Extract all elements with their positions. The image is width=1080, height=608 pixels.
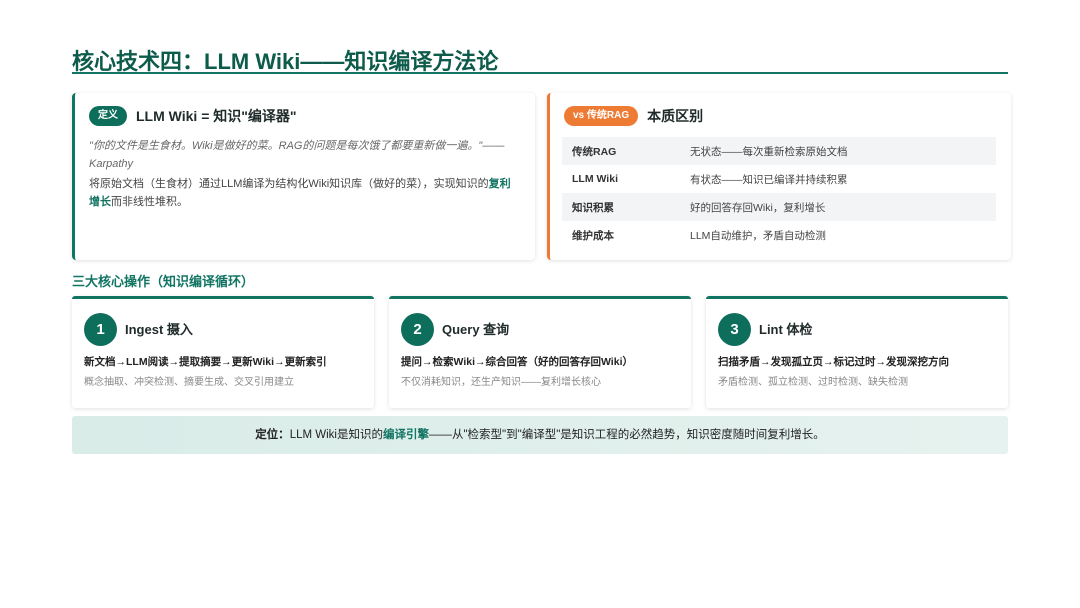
row-value: 无状态——每次重新检索原始文档	[690, 145, 848, 158]
comparison-badge: vs 传统RAG	[564, 106, 639, 126]
row-value: 好的回答存回Wiki，复利增长	[690, 201, 826, 214]
definition-description: 将原始文档（生食材）通过LLM编译为结构化Wiki知识库（做好的菜），实现知识的…	[89, 175, 519, 211]
operation-name: Lint 体检	[759, 322, 813, 337]
row-value: 有状态——知识已编译并持续积累	[690, 173, 848, 186]
operation-name: Query 查询	[442, 322, 510, 337]
banner-text: LLM Wiki是知识的	[289, 429, 383, 441]
banner-highlight: 编译引擎	[382, 429, 429, 441]
operation-flow: 扫描矛盾→发现孤立页→标记过时→发现深挖方向	[718, 356, 949, 368]
definition-header: 定义 LLM Wiki = 知识"编译器"	[89, 106, 297, 126]
row-key: 知识积累	[572, 201, 614, 214]
operation-details: 不仅消耗知识，还生产知识——复利增长核心	[401, 377, 601, 388]
comparison-header: vs 传统RAG 本质区别	[564, 106, 703, 126]
operation-name: Ingest 摄入	[125, 322, 193, 337]
row-key: 传统RAG	[572, 145, 617, 158]
operation-flow: 新文档→LLM阅读→提取摘要→更新Wiki→更新索引	[84, 356, 327, 368]
operation-card-lint: 3 Lint 体检 扫描矛盾→发现孤立页→标记过时→发现深挖方向 矛盾检测、孤立…	[706, 296, 1008, 408]
row-key: LLM Wiki	[572, 173, 618, 185]
operation-details: 概念抽取、冲突检测、摘要生成、交叉引用建立	[84, 377, 294, 388]
slide: 核心技术四：LLM Wiki——知识编译方法论 定义 LLM Wiki = 知识…	[0, 0, 1080, 608]
comparison-row: 传统RAG 无状态——每次重新检索原始文档	[562, 137, 996, 165]
comparison-card: vs 传统RAG 本质区别 传统RAG 无状态——每次重新检索原始文档 LLM …	[547, 93, 1011, 260]
definition-heading: LLM Wiki = 知识"编译器"	[136, 108, 297, 124]
desc-text: 将原始文档（生食材）通过LLM编译为结构化Wiki知识库（做好的菜），实现知识的	[89, 178, 489, 190]
comparison-row: 维护成本 LLM自动维护，矛盾自动检测	[562, 221, 996, 249]
definition-badge: 定义	[89, 106, 127, 126]
operation-flow: 提问→检索Wiki→综合回答（好的回答存回Wiki）	[401, 356, 633, 368]
banner-text-end: ——从"检索型"到"编译型"是知识工程的必然趋势，知识密度随时间复利增长。	[428, 429, 825, 441]
operations-section-title: 三大核心操作（知识编译循环）	[72, 274, 255, 289]
definition-card: 定义 LLM Wiki = 知识"编译器" "你的文件是生食材。Wiki是做好的…	[72, 93, 535, 260]
row-key: 维护成本	[572, 229, 614, 242]
operation-card-ingest: 1 Ingest 摄入 新文档→LLM阅读→提取摘要→更新Wiki→更新索引 概…	[72, 296, 374, 408]
operation-card-query: 2 Query 查询 提问→检索Wiki→综合回答（好的回答存回Wiki） 不仅…	[389, 296, 691, 408]
step-number-badge: 3	[718, 313, 751, 346]
desc-text-end: 而非线性堆积。	[111, 196, 188, 208]
banner-label: 定位：	[255, 429, 290, 441]
step-number-badge: 1	[84, 313, 117, 346]
title-underline	[72, 72, 1008, 74]
comparison-row: 知识积累 好的回答存回Wiki，复利增长	[562, 193, 996, 221]
comparison-table: 传统RAG 无状态——每次重新检索原始文档 LLM Wiki 有状态——知识已编…	[562, 137, 996, 249]
row-value: LLM自动维护，矛盾自动检测	[690, 229, 826, 242]
comparison-row: LLM Wiki 有状态——知识已编译并持续积累	[562, 165, 996, 193]
operation-details: 矛盾检测、孤立检测、过时检测、缺失检测	[718, 377, 908, 388]
step-number-badge: 2	[401, 313, 434, 346]
karpathy-quote: "你的文件是生食材。Wiki是做好的菜。RAG的问题是每次饿了都要重新做一遍。"…	[89, 140, 505, 170]
positioning-banner: 定位：LLM Wiki是知识的编译引擎——从"检索型"到"编译型"是知识工程的必…	[72, 416, 1008, 454]
comparison-heading: 本质区别	[647, 108, 704, 124]
